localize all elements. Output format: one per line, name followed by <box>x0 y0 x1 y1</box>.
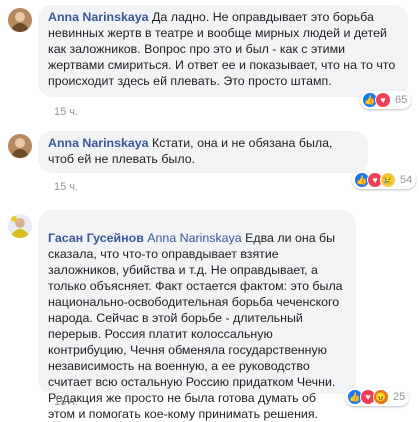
reactions-summary[interactable]: 👍 ♥ 😠 25 <box>345 388 410 406</box>
angry-reaction-icon: 😠 <box>373 389 389 405</box>
comment-1: Anna Narinskaya Да ладно. Не оправдывает… <box>0 0 419 120</box>
comment-bubble: Гасан Гусейнов Anna Narinskaya Едва ли о… <box>38 210 356 421</box>
comment-3: Гасан Гусейнов Anna Narinskaya Едва ли о… <box>0 208 419 421</box>
love-reaction-icon: ♥ <box>375 92 391 108</box>
comment-text: Едва ли она бы сказала, что что-то оправ… <box>48 231 343 421</box>
comment-bubble: Anna Narinskaya Да ладно. Не оправдывает… <box>38 5 408 97</box>
comment-author[interactable]: Anna Narinskaya <box>48 10 149 24</box>
reaction-count: 54 <box>400 174 413 186</box>
comment-timestamp[interactable]: 15 ч. <box>54 396 78 408</box>
mention-link[interactable]: Anna Narinskaya <box>147 231 241 245</box>
comment-timestamp[interactable]: 15 ч. <box>54 106 78 118</box>
avatar[interactable] <box>8 134 32 158</box>
comment-author[interactable]: Anna Narinskaya <box>48 136 149 150</box>
comment-bubble: Anna Narinskaya Кстати, она и не обязана… <box>38 131 368 173</box>
comment-2: Anna Narinskaya Кстати, она и не обязана… <box>0 128 419 198</box>
avatar[interactable] <box>8 8 32 32</box>
reaction-count: 25 <box>393 391 406 403</box>
reactions-summary[interactable]: 👍 ♥ 65 <box>360 91 412 109</box>
comment-author[interactable]: Гасан Гусейнов <box>48 231 144 245</box>
avatar[interactable] <box>8 214 32 238</box>
comment-timestamp[interactable]: 15 ч. <box>54 181 78 193</box>
sad-reaction-icon: 😢 <box>380 172 396 188</box>
reaction-count: 65 <box>395 94 408 106</box>
reactions-summary[interactable]: 👍 ♥ 😢 54 <box>352 171 417 189</box>
